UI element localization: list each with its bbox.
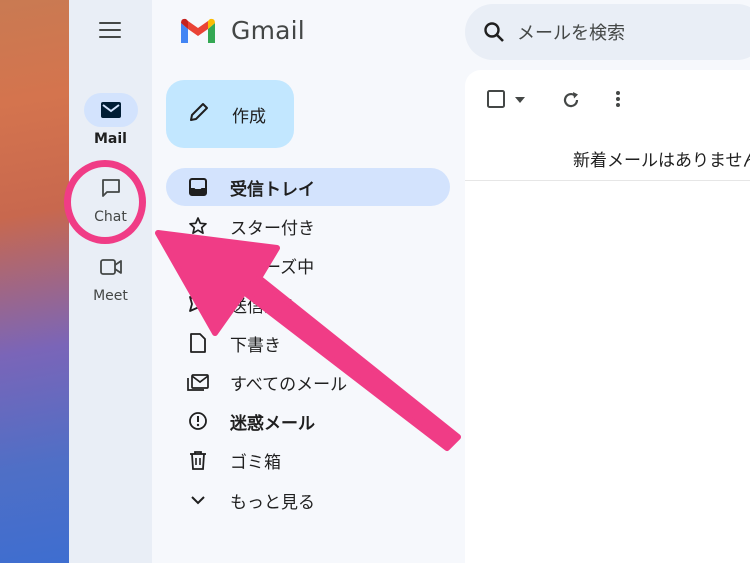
annotation-arrow [155,230,461,451]
